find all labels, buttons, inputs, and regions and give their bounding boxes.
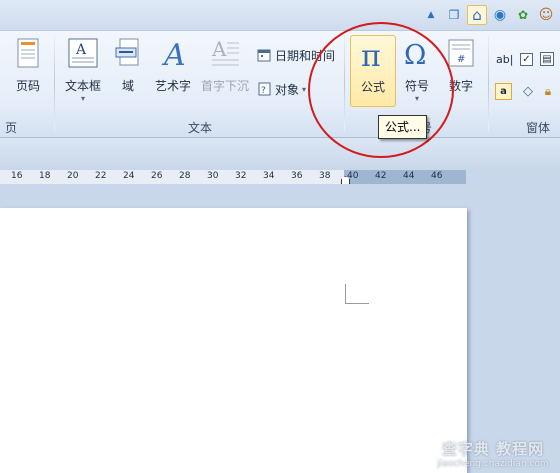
horizontal-ruler[interactable]: 16 18 20 22 24 26 28 30 32 34 36 38 40 4…: [0, 170, 466, 184]
globe-icon[interactable]: ◉: [490, 5, 510, 25]
eraser-icon: ◇: [523, 83, 533, 99]
page-number-icon: [8, 35, 48, 71]
ruler-tick: 30: [207, 171, 219, 181]
lock-icon: 🔒︎: [544, 83, 552, 98]
watermark: 查字典 教程网 jiaocheng.chazidian.com: [426, 438, 560, 469]
ribbon: 页码 页脚 A 文本框 ▾ 域 A: [0, 30, 560, 152]
up-arrow-icon[interactable]: ▲: [421, 5, 441, 25]
field-button[interactable]: 域: [112, 35, 144, 107]
text-boundary-corner: [345, 284, 369, 304]
wordart-icon: A: [152, 35, 194, 71]
dropcap-icon: A: [200, 35, 250, 71]
ruler-tick: 22: [95, 171, 107, 181]
ruler-tick: 16: [11, 171, 23, 181]
object-button[interactable]: ? 对象 ▾: [256, 79, 306, 99]
group-separator: [488, 35, 489, 131]
page-number-label: 页码: [15, 79, 40, 93]
svg-text:A: A: [161, 38, 186, 70]
object-label: 对象: [275, 82, 300, 97]
ruler-tick: 36: [291, 171, 303, 181]
checkbox-icon: ✓: [520, 52, 533, 66]
dropdown-arrow-icon[interactable]: ▾: [302, 85, 306, 94]
checkbox-control[interactable]: ✓: [520, 49, 533, 69]
ruler-tick: 24: [123, 171, 135, 181]
ruler-tick: 42: [375, 171, 387, 181]
label-control[interactable]: a: [495, 81, 512, 101]
svg-text:A: A: [211, 37, 227, 61]
plant-icon[interactable]: ✿: [513, 5, 533, 25]
svg-text:?: ?: [261, 86, 266, 96]
dropcap-label: 首字下沉: [200, 79, 249, 93]
svg-text:A: A: [75, 42, 87, 58]
group-separator: [54, 35, 55, 131]
ruler-tick: 38: [319, 171, 331, 181]
ruler-tick: 44: [403, 171, 415, 181]
home-icon[interactable]: ⌂: [467, 5, 487, 25]
watermark-url: jiaocheng.chazidian.com: [437, 459, 549, 469]
eraser-control[interactable]: ◇: [520, 81, 536, 101]
document-page[interactable]: [0, 208, 467, 473]
controls-group-label: 窗体: [525, 121, 550, 135]
title-bar: ▲ ❐ ⌂ ◉ ✿ ☺: [0, 0, 560, 30]
text-field-icon: ab|: [496, 52, 514, 66]
combo-box-icon: ▤: [540, 52, 554, 66]
ruler-tick: 28: [179, 171, 191, 181]
page-number-button[interactable]: 页码: [8, 35, 48, 107]
watermark-title: 查字典 教程网: [441, 440, 545, 458]
ribbon-bottom-band: [0, 138, 560, 168]
user-icon[interactable]: ☺: [536, 5, 556, 25]
calendar-icon: [256, 47, 272, 63]
ruler-tick: 18: [39, 171, 51, 181]
ruler-tick: 26: [151, 171, 163, 181]
wordart-label: 艺术字: [154, 79, 191, 93]
object-icon: ?: [256, 81, 272, 97]
field-label: 域: [121, 79, 134, 93]
quick-icons: ▲ ❐ ⌂ ◉ ✿ ☺: [421, 5, 556, 25]
label-a-icon: a: [495, 82, 512, 100]
combo-control[interactable]: ▤: [540, 49, 554, 69]
wordart-button[interactable]: A 艺术字: [152, 35, 194, 107]
svg-text:#: #: [457, 54, 465, 65]
lock-control[interactable]: 🔒︎: [540, 81, 556, 101]
window-restore-icon[interactable]: ❐: [444, 5, 464, 25]
ruler-tick: 32: [235, 171, 247, 181]
text-group-label: 文本: [187, 121, 212, 135]
dropcap-button[interactable]: A 首字下沉: [200, 35, 250, 107]
formula-tooltip: 公式...: [378, 115, 428, 139]
textbox-icon: A: [62, 35, 104, 71]
field-icon: [112, 35, 144, 71]
textbox-button[interactable]: A 文本框 ▾: [62, 35, 104, 107]
ruler-tick: 20: [67, 171, 79, 181]
text-field-control[interactable]: ab|: [496, 49, 513, 69]
ruler-tick: 46: [431, 171, 443, 181]
ruler-tick: 34: [263, 171, 275, 181]
textbox-label: 文本框: [64, 79, 101, 93]
dropdown-arrow-icon[interactable]: ▾: [62, 94, 104, 104]
